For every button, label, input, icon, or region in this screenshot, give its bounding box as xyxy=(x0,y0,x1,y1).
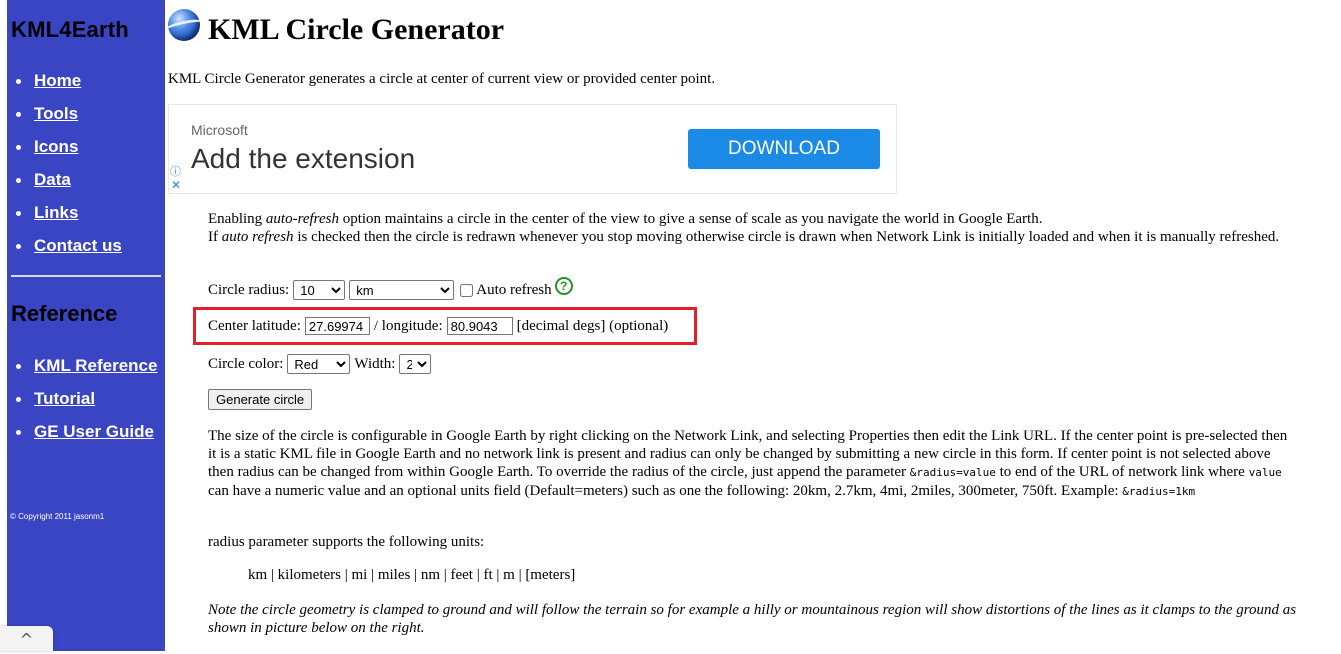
color-select[interactable]: Red xyxy=(287,354,351,374)
ref-item-tutorial: Tutorial xyxy=(7,387,165,410)
code-value: value xyxy=(1248,466,1282,479)
ref-link-ge-user-guide[interactable]: GE User Guide xyxy=(34,422,154,441)
nav-link-icons[interactable]: Icons xyxy=(34,137,78,156)
copyright-text: © Copyright 2011 jasonm1 xyxy=(10,512,105,521)
nav-link-tools[interactable]: Tools xyxy=(34,104,78,123)
units-select[interactable]: km xyxy=(349,280,455,300)
page-title: KML Circle Generator xyxy=(208,13,505,46)
generate-circle-button[interactable]: Generate circle xyxy=(208,389,313,410)
reference-heading: Reference xyxy=(11,301,118,326)
site-brand: KML4Earth xyxy=(11,17,129,42)
radius-row: Circle radius: 10 km Auto refresh ? xyxy=(208,277,573,300)
text-fragment: can have a numeric value and an optional… xyxy=(208,483,1123,499)
auto-refresh-label: Auto refresh xyxy=(476,281,552,298)
ad-brand: Microsoft xyxy=(191,122,248,138)
text-fragment: is checked then the circle is redrawn wh… xyxy=(293,229,1280,245)
color-label: Circle color: xyxy=(208,355,284,372)
color-row: Circle color: Red Width: 2 xyxy=(208,354,432,374)
ad-banner[interactable]: Microsoft Add the extension DOWNLOAD ⓘ ✕ xyxy=(168,104,897,194)
center-point-row: Center latitude: / longitude: [decimal d… xyxy=(208,317,668,335)
text-fragment: option maintains a circle in the center … xyxy=(338,211,1043,227)
text-fragment: to end of the URL of network link where xyxy=(995,464,1249,480)
ref-item-ge-guide: GE User Guide xyxy=(7,420,165,443)
nav-item-links: Links xyxy=(7,201,165,234)
ad-download-button[interactable]: DOWNLOAD xyxy=(688,129,880,169)
ref-link-kml-reference[interactable]: KML Reference xyxy=(34,356,157,375)
radius-label: Circle radius: xyxy=(208,281,290,298)
main-nav: Home Tools Icons Data Links Contact us xyxy=(7,69,165,267)
center-hint: [decimal degs] (optional) xyxy=(516,317,669,334)
intro-text: KML Circle Generator generates a circle … xyxy=(168,71,716,87)
ad-headline[interactable]: Add the extension xyxy=(191,143,415,175)
configuration-description: The size of the circle is configurable i… xyxy=(208,427,1298,501)
center-latitude-label: Center latitude: xyxy=(208,317,301,334)
auto-refresh-checkbox[interactable] xyxy=(460,283,474,297)
width-label: Width: xyxy=(354,355,396,372)
nav-link-contact-us[interactable]: Contact us xyxy=(34,236,122,255)
emphasis: auto-refresh xyxy=(265,211,339,227)
code-radius-param: &radius=value xyxy=(909,466,996,479)
width-select[interactable]: 2 xyxy=(399,354,432,374)
scroll-top-button[interactable]: ^ xyxy=(0,626,53,651)
nav-link-home[interactable]: Home xyxy=(34,71,81,90)
text-fragment: Enabling xyxy=(208,211,266,227)
nav-link-links[interactable]: Links xyxy=(34,203,78,222)
sidebar-divider xyxy=(11,275,161,277)
terrain-note: Note the circle geometry is clamped to g… xyxy=(208,602,1297,636)
nav-item-icons: Icons xyxy=(7,135,165,168)
ad-info-icon[interactable]: ⓘ xyxy=(170,163,181,179)
nav-item-tools: Tools xyxy=(7,102,165,135)
ref-item-kml: KML Reference xyxy=(7,354,165,377)
google-earth-globe-icon xyxy=(168,9,200,41)
sidebar: KML4Earth Home Tools Icons Data Links Co… xyxy=(7,0,165,651)
ref-link-tutorial[interactable]: Tutorial xyxy=(34,389,95,408)
units-list: km | kilometers | mi | miles | nm | feet… xyxy=(248,567,576,583)
text-fragment: If xyxy=(208,229,222,245)
ad-close-icon[interactable]: ✕ xyxy=(171,178,181,192)
longitude-label: / longitude: xyxy=(373,317,443,334)
units-intro: radius parameter supports the following … xyxy=(208,534,485,550)
reference-nav: KML Reference Tutorial GE User Guide xyxy=(7,354,165,453)
code-example: &radius=1km xyxy=(1122,485,1196,498)
radius-select[interactable]: 10 xyxy=(293,280,346,300)
nav-item-data: Data xyxy=(7,168,165,201)
nav-item-contact: Contact us xyxy=(7,234,165,267)
emphasis: auto refresh xyxy=(221,229,294,245)
nav-item-home: Home xyxy=(7,69,165,102)
longitude-input[interactable] xyxy=(446,317,513,335)
help-icon[interactable]: ? xyxy=(554,277,573,295)
latitude-input[interactable] xyxy=(304,317,370,335)
auto-refresh-description: Enabling auto-refresh option maintains a… xyxy=(208,210,1298,246)
chevron-up-icon: ^ xyxy=(19,630,34,649)
nav-link-data[interactable]: Data xyxy=(34,170,71,189)
